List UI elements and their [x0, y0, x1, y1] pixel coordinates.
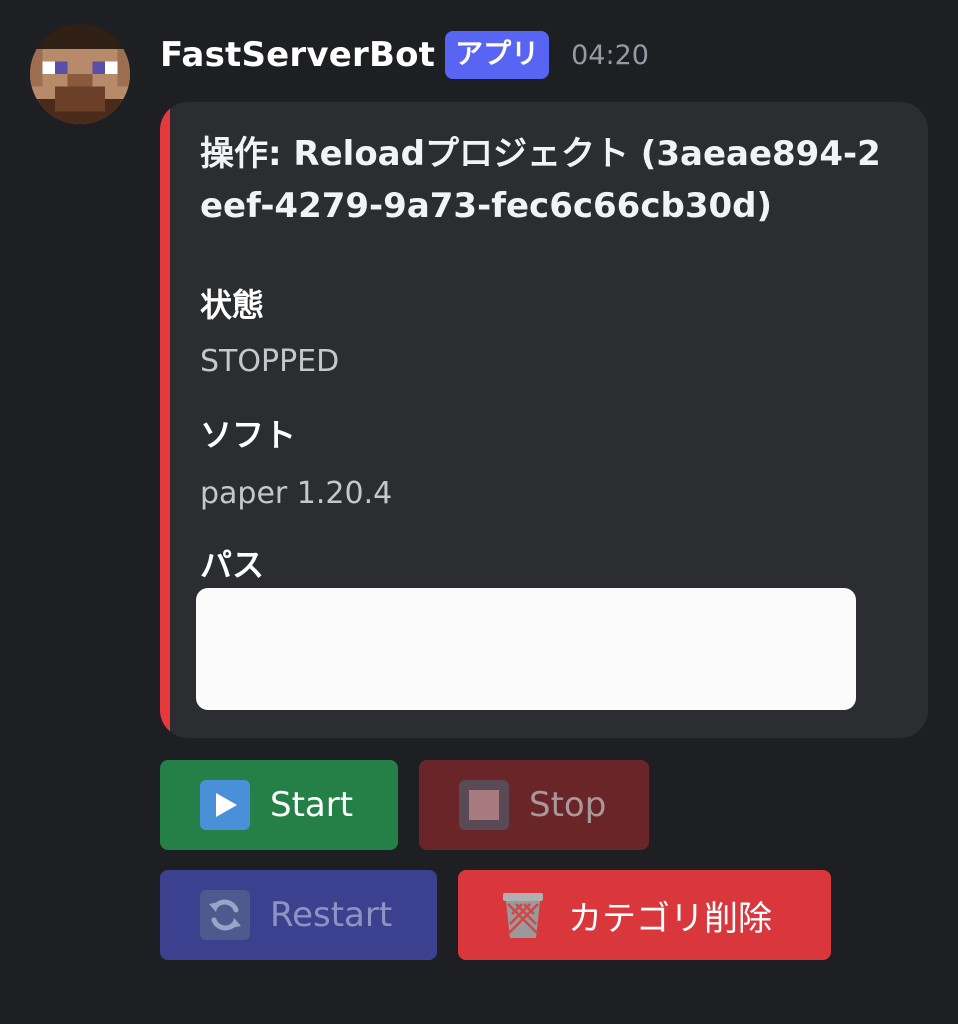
play-button-icon: [200, 780, 250, 830]
stop-button[interactable]: Stop: [419, 760, 649, 850]
field-value-status: STOPPED: [200, 344, 340, 379]
start-button-label: Start: [270, 785, 354, 825]
pixel-face-icon: [30, 24, 130, 124]
field-name-path: パス: [200, 546, 265, 584]
app-badge: アプリ: [445, 31, 550, 79]
field-value-path-box: [196, 588, 856, 710]
message-timestamp: 04:20: [571, 39, 649, 71]
message-header: FastServerBot アプリ 04:20: [160, 30, 649, 80]
embed-card: 操作: Reloadプロジェクト (3aeae894-2eef-4279-9a7…: [160, 102, 928, 738]
bot-message: FastServerBot アプリ 04:20 操作: Reloadプロジェクト…: [0, 0, 958, 1024]
field-value-software: paper 1.20.4: [200, 476, 393, 511]
arrows-counterclockwise-icon: [200, 890, 250, 940]
field-name-status: 状態: [200, 286, 265, 324]
delete-category-button-label: カテゴリ削除: [568, 898, 772, 939]
start-button[interactable]: Start: [160, 760, 398, 850]
embed-accent-bar: [160, 102, 170, 738]
stop-button-icon: [459, 780, 509, 830]
restart-button-label: Restart: [270, 895, 393, 935]
restart-button[interactable]: Restart: [160, 870, 437, 960]
field-name-software: ソフト: [200, 416, 297, 454]
delete-category-button[interactable]: カテゴリ削除: [458, 870, 831, 960]
wastebasket-icon: [498, 890, 548, 940]
author-name[interactable]: FastServerBot: [160, 35, 435, 75]
embed-title: 操作: Reloadプロジェクト (3aeae894-2eef-4279-9a7…: [200, 134, 881, 226]
bot-avatar[interactable]: [30, 24, 130, 124]
stop-button-label: Stop: [529, 785, 607, 825]
